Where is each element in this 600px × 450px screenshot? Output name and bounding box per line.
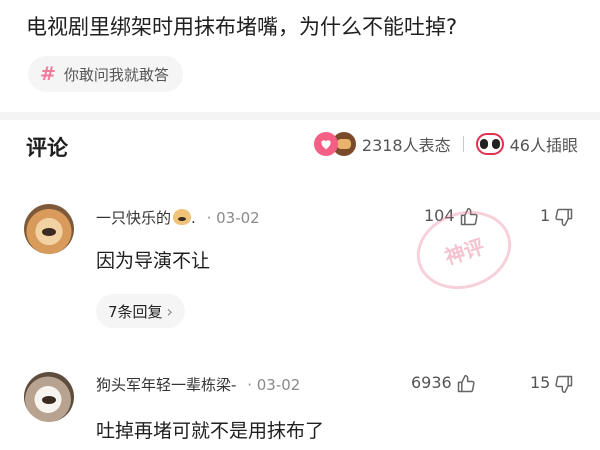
reaction-stats[interactable]: 2318人表态 46人插眼 (313, 132, 578, 156)
dislike-count: 15 (530, 373, 551, 392)
section-divider (0, 112, 600, 120)
eyes-icon (475, 133, 504, 155)
hash-icon: # (40, 63, 56, 85)
comment-item: 一只快乐的. · 03-02 104 1 因为导演不让 7条回复 › (0, 196, 600, 336)
reactions-count: 2318人表态 (361, 136, 451, 155)
like-button[interactable]: 6936 (411, 373, 475, 392)
topic-tag-label: 你敢问我就敢答 (63, 65, 169, 84)
avatar[interactable] (24, 204, 74, 254)
dislike-count: 1 (540, 206, 551, 225)
thumbs-up-icon (456, 374, 475, 392)
dislike-button[interactable]: 1 (540, 206, 573, 226)
avatar[interactable] (24, 372, 74, 422)
heart-reaction-icon (313, 132, 338, 156)
inserted-eyes-count: 46人插眼 (509, 136, 578, 155)
comment-item: 狗头军年轻一辈栋梁- · 03-02 6936 15 吐掉再堵可就不是用抹布了 (0, 362, 600, 450)
comment-text: 因为导演不让 (96, 250, 211, 272)
replies-count: 7条回复 (108, 302, 163, 321)
comments-title: 评论 (26, 136, 68, 160)
stamp-label: 神评 (441, 233, 488, 270)
comment-username[interactable]: 一只快乐的. · 03-02 (96, 207, 260, 228)
chevron-right-icon: › (166, 301, 173, 321)
username-suffix: . (191, 209, 196, 227)
thumbs-down-icon (554, 374, 573, 393)
view-replies-button[interactable]: 7条回复 › (96, 294, 185, 328)
like-count: 6936 (411, 373, 452, 392)
dog-emoji-icon (173, 209, 192, 225)
comment-date: · 03-02 (206, 209, 260, 227)
thumbs-down-icon (554, 207, 573, 226)
username-text: 一只快乐的 (96, 209, 172, 227)
comment-username[interactable]: 狗头军年轻一辈栋梁- · 03-02 (96, 374, 300, 395)
comment-date: · 03-02 (247, 376, 301, 394)
stat-separator (462, 136, 464, 152)
comment-text: 吐掉再堵可就不是用抹布了 (96, 420, 325, 442)
dislike-button[interactable]: 15 (530, 373, 573, 393)
question-title: 电视剧里绑架时用抹布堵嘴，为什么不能吐掉? (26, 15, 458, 39)
username-text: 狗头军年轻一辈栋梁- (96, 376, 237, 394)
comments-header: 评论 2318人表态 46人插眼 (0, 120, 600, 172)
topic-tag[interactable]: # 你敢问我就敢答 (28, 56, 183, 92)
